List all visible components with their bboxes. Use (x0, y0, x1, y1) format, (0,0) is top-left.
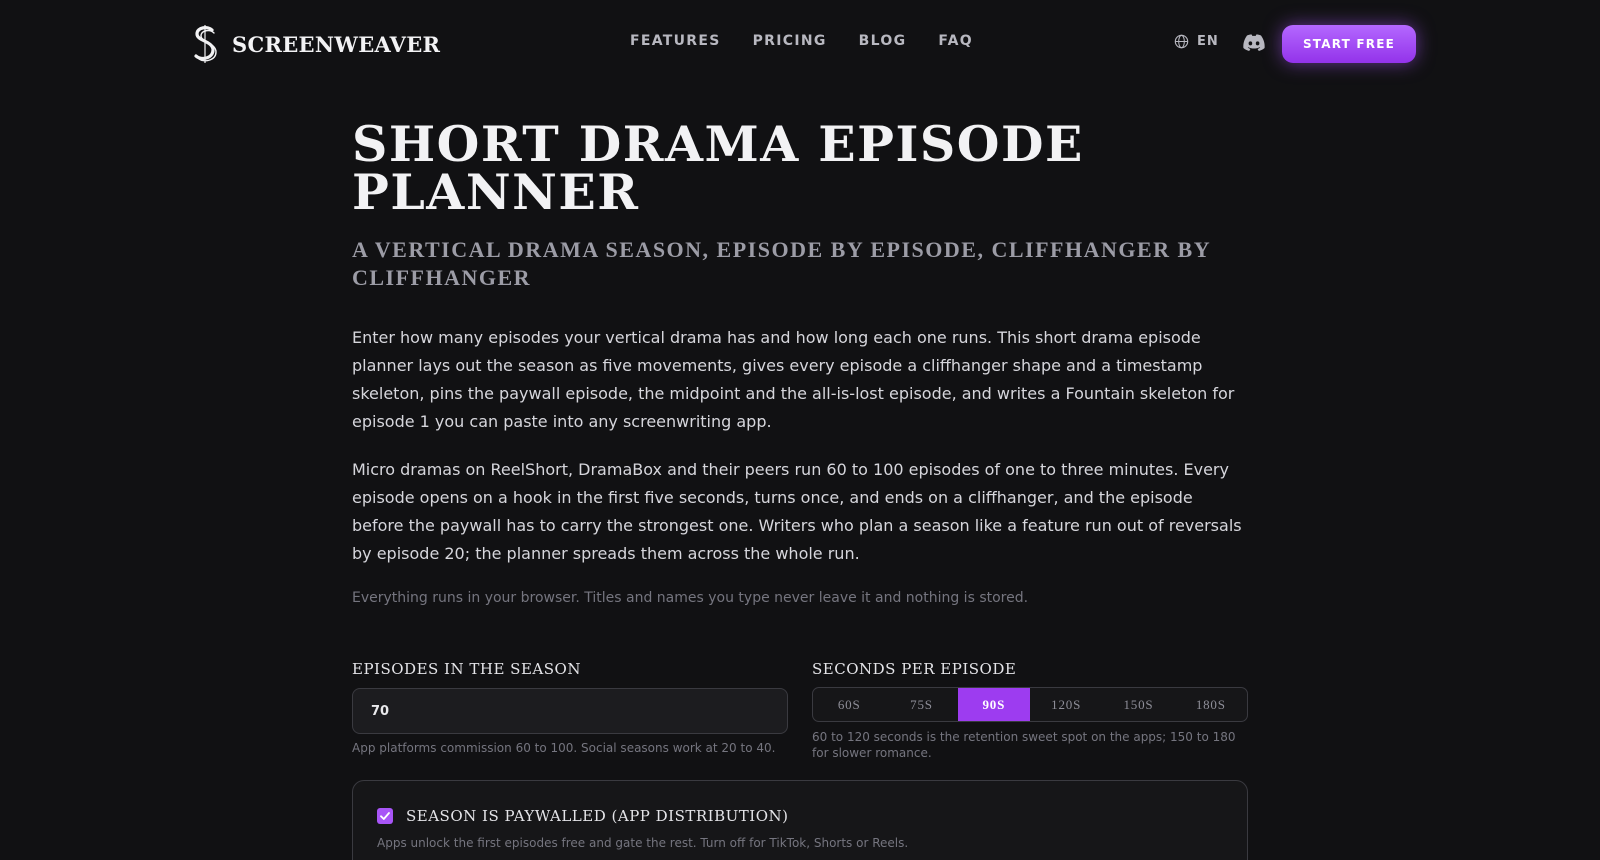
seconds-label: SECONDS PER EPISODE (812, 660, 1017, 678)
main-nav: FEATURES PRICING BLOG FAQ (630, 33, 973, 49)
seconds-hint: 60 to 120 seconds is the retention sweet… (812, 730, 1236, 760)
seconds-option-180[interactable]: 180S (1175, 688, 1247, 721)
seconds-option-90[interactable]: 90S (957, 688, 1030, 721)
nav-link-faq[interactable]: FAQ (938, 33, 973, 49)
description-paragraph: Micro dramas on ReelShort, DramaBox and … (352, 460, 1242, 563)
logo-s-icon (194, 25, 217, 63)
paywall-checkbox-row[interactable]: SEASON IS PAYWALLED (APP DISTRIBUTION) (377, 807, 788, 825)
intro-paragraph: Enter how many episodes your vertical dr… (352, 328, 1235, 431)
globe-icon (1174, 34, 1189, 49)
episodes-input[interactable] (352, 688, 788, 734)
paywall-checkbox[interactable] (377, 808, 393, 824)
language-switcher[interactable]: EN (1174, 34, 1219, 49)
start-free-button[interactable]: START FREE (1282, 25, 1416, 63)
paywall-option-card: SEASON IS PAYWALLED (APP DISTRIBUTION) A… (352, 780, 1248, 860)
brand-name: SCREENWEAVER (232, 31, 441, 57)
seconds-segmented-control: 60S 75S 90S 120S 150S 180S (812, 687, 1248, 722)
episodes-label: EPISODES IN THE SEASON (352, 660, 581, 678)
episodes-field-group: EPISODES IN THE SEASON App platforms com… (352, 660, 788, 756)
language-label: EN (1197, 34, 1219, 49)
episodes-hint: App platforms commission 60 to 100. Soci… (352, 741, 776, 755)
nav-link-pricing[interactable]: PRICING (753, 33, 827, 49)
check-icon (380, 812, 390, 820)
brand-logo-link[interactable]: SCREENWEAVER (190, 24, 440, 64)
seconds-field-group: SECONDS PER EPISODE 60S 75S 90S 120S 150… (812, 660, 1248, 761)
seconds-option-150[interactable]: 150S (1102, 688, 1174, 721)
seconds-option-120[interactable]: 120S (1030, 688, 1102, 721)
site-header: SCREENWEAVER FEATURES PRICING BLOG FAQ E… (0, 0, 1600, 88)
nav-link-features[interactable]: FEATURES (630, 33, 721, 49)
main-content: SHORT DRAMA EPISODE PLANNER A VERTICAL D… (352, 120, 1248, 608)
discord-icon[interactable] (1241, 32, 1267, 54)
nav-link-blog[interactable]: BLOG (859, 33, 907, 49)
paywall-hint: Apps unlock the first episodes free and … (377, 836, 909, 850)
paywall-label: SEASON IS PAYWALLED (APP DISTRIBUTION) (406, 807, 789, 825)
privacy-note: Everything runs in your browser. Titles … (352, 590, 1029, 606)
page-title: SHORT DRAMA EPISODE PLANNER (352, 115, 1084, 221)
seconds-option-60[interactable]: 60S (813, 688, 885, 721)
seconds-option-75[interactable]: 75S (885, 688, 957, 721)
page-subtitle: A VERTICAL DRAMA SEASON, EPISODE BY EPIS… (352, 237, 1211, 290)
